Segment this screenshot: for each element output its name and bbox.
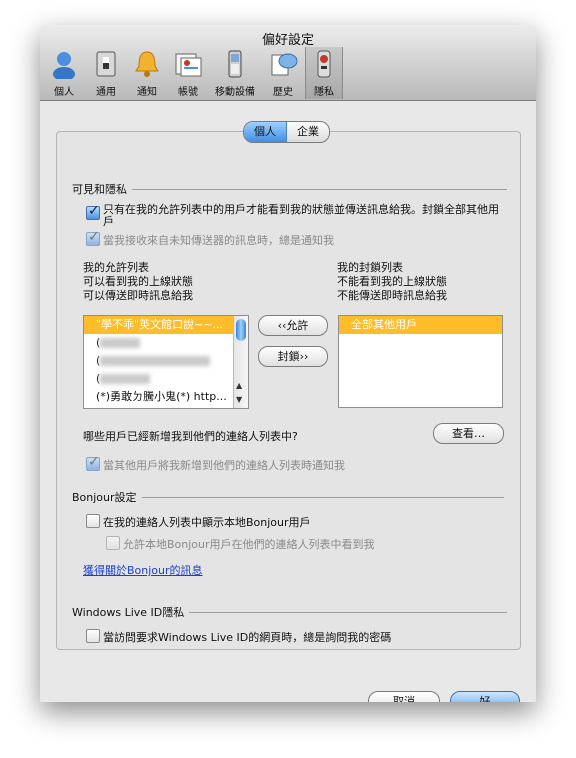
block-button[interactable]: 封鎖›› bbox=[258, 346, 328, 367]
toolbar-item-mobile[interactable]: 移動設備 bbox=[210, 47, 260, 99]
block-list-desc: 不能傳送即時訊息給我 bbox=[337, 289, 447, 302]
show-local-bonjour-label: 在我的連絡人列表中顯示本地Bonjour用戶 bbox=[103, 516, 311, 529]
toolbar: 偏好設定 個人 通用 通知 帳號 移動設備 歷史 隱私 bbox=[40, 25, 536, 101]
divider bbox=[189, 611, 508, 613]
allow-only-label: 只有在我的允許列表中的用戶才能看到我的狀態並傳送訊息給我。封鎖全部其他用 戶 bbox=[103, 204, 499, 228]
allow-list-desc: 可以看到我的上線狀態 bbox=[83, 275, 193, 288]
divider bbox=[141, 496, 504, 498]
allow-list[interactable]: "學不乖"英文館口說~~... ( ( ( (*)勇敢ㄉ騰小鬼(*) http.… bbox=[83, 315, 249, 409]
allow-list-description: 我的允許列表 可以看到我的上線狀態 可以傳送即時訊息給我 bbox=[83, 261, 193, 303]
toolbar-label: 帳號 bbox=[178, 87, 198, 98]
ok-button[interactable]: 好 bbox=[450, 691, 520, 702]
divider bbox=[132, 188, 507, 190]
privacy-pane: 個人 企業 可見和隱私 只有在我的允許列表中的用戶才能看到我的狀態並傳送訊息給我… bbox=[40, 101, 536, 702]
toolbar-item-personal[interactable]: 個人 bbox=[46, 47, 82, 99]
windows-live-section-header: Windows Live ID隱私 bbox=[72, 604, 508, 620]
toolbar-item-privacy[interactable]: 隱私 bbox=[305, 47, 343, 99]
toolbar-label: 個人 bbox=[54, 87, 74, 98]
cancel-button[interactable]: 取消 bbox=[368, 691, 440, 702]
mobile-phone-icon bbox=[228, 50, 242, 78]
history-icon bbox=[271, 53, 298, 76]
toolbar-item-notifications[interactable]: 通知 bbox=[129, 47, 165, 99]
block-list-desc: 不能看到我的上線狀態 bbox=[337, 275, 447, 288]
list-item[interactable]: ( bbox=[84, 352, 248, 370]
toolbar-label: 移動設備 bbox=[215, 87, 255, 98]
segment-business[interactable]: 企業 bbox=[287, 122, 329, 142]
show-local-bonjour-checkbox[interactable] bbox=[86, 514, 100, 528]
toolbar-label: 隱私 bbox=[314, 87, 334, 98]
allow-only-label-line2: 戶 bbox=[103, 215, 114, 228]
scroll-down-arrow-icon[interactable]: ▼ bbox=[236, 395, 242, 404]
allow-bonjour-see-checkbox[interactable] bbox=[106, 536, 120, 550]
block-list[interactable]: 全部其他用戶 bbox=[338, 315, 503, 408]
toolbar-item-general[interactable]: 通用 bbox=[88, 47, 124, 99]
toolbar-item-history[interactable]: 歷史 bbox=[265, 47, 301, 99]
visibility-section-header: 可見和隱私 bbox=[72, 181, 507, 197]
toolbar-item-accounts[interactable]: 帳號 bbox=[170, 47, 206, 99]
section-heading: Windows Live ID隱私 bbox=[72, 606, 185, 619]
list-item[interactable]: 全部其他用戶 bbox=[339, 316, 502, 334]
notify-unknown-label: 當我接收來自未知傳送器的訊息時，總是通知我 bbox=[103, 234, 334, 247]
preferences-window: 偏好設定 個人 通用 通知 帳號 移動設備 歷史 隱私 個人 企業 可見和隱私 … bbox=[40, 25, 536, 702]
allow-bonjour-see-label: 允許本地Bonjour用戶在他們的連絡人列表中看到我 bbox=[123, 538, 375, 551]
list-item[interactable]: (*)勇敢ㄉ騰小鬼(*) http... bbox=[84, 388, 248, 406]
redacted bbox=[100, 374, 151, 384]
view-button[interactable]: 查看… bbox=[433, 423, 504, 444]
section-heading: 可見和隱私 bbox=[72, 183, 127, 196]
list-item[interactable]: ( bbox=[84, 334, 248, 352]
allow-list-desc: 可以傳送即時訊息給我 bbox=[83, 289, 193, 302]
scrollbar-thumb[interactable] bbox=[236, 319, 246, 341]
section-heading: Bonjour設定 bbox=[72, 491, 137, 504]
who-added-question: 哪些用戶已經新增我到他們的連絡人列表中? bbox=[83, 430, 298, 443]
bonjour-info-link[interactable]: 獲得關於Bonjour的訊息 bbox=[83, 562, 203, 578]
redacted bbox=[100, 338, 141, 348]
accounts-icon bbox=[175, 53, 202, 77]
notify-added-checkbox[interactable] bbox=[86, 454, 100, 471]
toolbar-label: 通用 bbox=[96, 87, 116, 98]
person-icon bbox=[53, 52, 75, 81]
allow-only-label-line1: 只有在我的允許列表中的用戶才能看到我的狀態並傳送訊息給我。封鎖全部其他用 bbox=[103, 203, 499, 216]
personal-business-segmented-control[interactable]: 個人 企業 bbox=[243, 121, 330, 143]
block-list-title: 我的封鎖列表 bbox=[337, 261, 403, 274]
allow-only-checkbox[interactable] bbox=[86, 203, 100, 220]
bonjour-section-header: Bonjour設定 bbox=[72, 489, 504, 505]
notify-added-label: 當其他用戶將我新增到他們的連絡人列表時通知我 bbox=[103, 459, 345, 472]
list-item[interactable]: "學不乖"英文館口說~~... bbox=[84, 316, 248, 334]
notify-unknown-checkbox[interactable] bbox=[86, 229, 100, 246]
toolbar-label: 通知 bbox=[137, 87, 157, 98]
bell-icon bbox=[135, 51, 159, 77]
toolbar-label: 歷史 bbox=[273, 87, 293, 98]
window-title: 偏好設定 bbox=[261, 33, 314, 48]
scroll-up-arrow-icon[interactable]: ▲ bbox=[236, 381, 242, 390]
privacy-icon bbox=[317, 50, 331, 78]
allow-list-scrollbar[interactable]: ▲ ▼ bbox=[233, 316, 248, 408]
ask-password-checkbox[interactable] bbox=[86, 629, 100, 643]
switch-icon bbox=[96, 51, 116, 77]
ask-password-label: 當訪問要求Windows Live ID的網頁時，總是詢問我的密碼 bbox=[103, 631, 392, 644]
list-item[interactable]: ( bbox=[84, 370, 248, 388]
allow-list-title: 我的允許列表 bbox=[83, 261, 149, 274]
allow-button[interactable]: ‹‹允許 bbox=[258, 315, 328, 336]
block-list-description: 我的封鎖列表 不能看到我的上線狀態 不能傳送即時訊息給我 bbox=[337, 261, 447, 303]
redacted bbox=[100, 356, 211, 366]
segment-personal[interactable]: 個人 bbox=[244, 122, 287, 142]
